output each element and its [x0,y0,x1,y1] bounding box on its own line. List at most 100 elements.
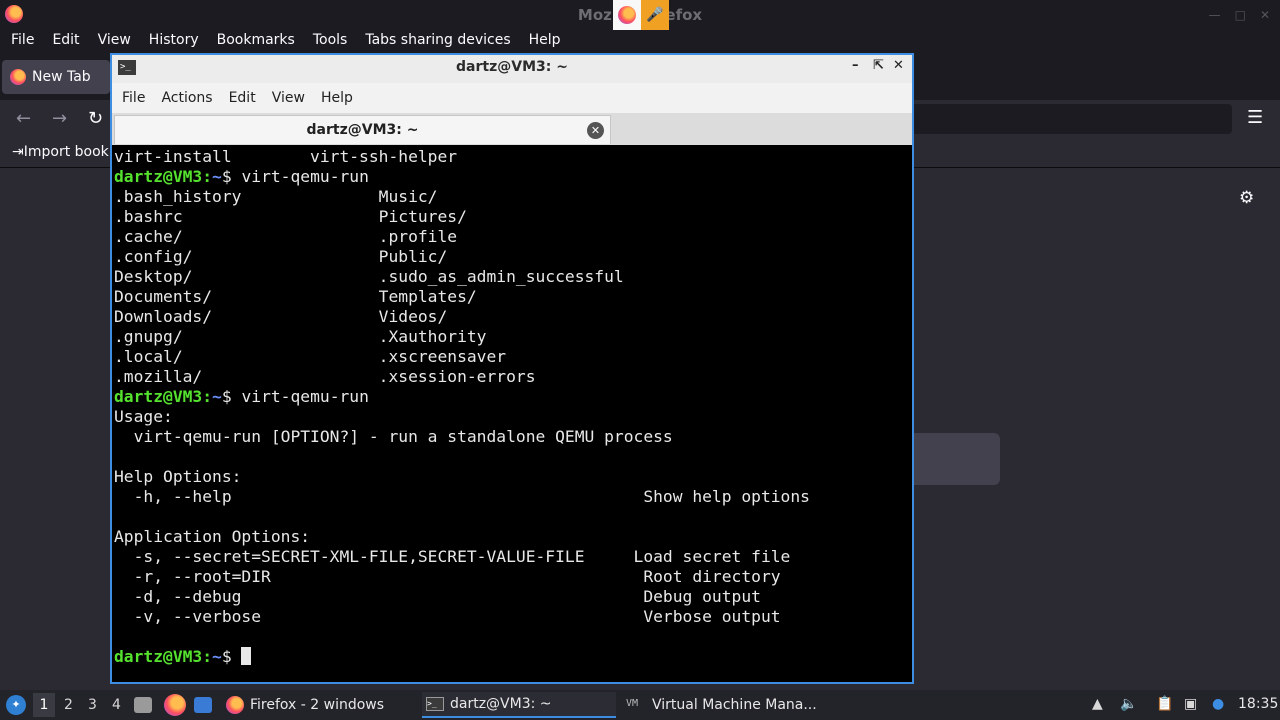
term-menu-help[interactable]: Help [313,83,361,113]
terminal-line: virt-qemu-run [OPTION?] - run a standalo… [114,427,810,447]
volume-icon[interactable]: 🔈 [1120,696,1137,712]
firefox-tab-icon [10,69,26,85]
terminal-titlebar: >_ dartz@VM3: ~ – ⇱ ✕ [112,55,912,81]
firefox-search-box[interactable] [905,433,1000,485]
ff-menu-file[interactable]: File [2,30,43,54]
ff-menu-view[interactable]: View [89,30,140,54]
workspace-1[interactable]: 1 [33,693,55,717]
terminal-window-title: dartz@VM3: ~ [456,59,568,75]
vmm-icon: VM [626,698,639,709]
gear-icon[interactable]: ⚙ [1239,188,1254,208]
firefox-tab-new-tab[interactable]: New Tab [2,60,110,94]
prompt-command [232,647,242,666]
task-terminal[interactable]: >_ dartz@VM3: ~ [422,692,616,718]
terminal-line-text: Help Options: [114,467,242,486]
terminal-line-text: Documents/ Templates/ [114,287,477,306]
firefox-close-button[interactable]: ✕ [1260,8,1270,22]
reload-icon[interactable]: ↻ [88,108,103,129]
ff-menu-tabs-sharing[interactable]: Tabs sharing devices [356,30,519,54]
clock: 18:35 [1238,696,1279,712]
firefox-launcher-icon[interactable] [164,694,186,716]
ff-menu-edit[interactable]: Edit [43,30,88,54]
term-menu-actions[interactable]: Actions [153,83,220,113]
desktop-icon[interactable] [194,697,212,713]
terminal-line: .bashrc Pictures/ [114,207,810,227]
prompt-path: ~ [212,387,222,406]
term-menu-view[interactable]: View [264,83,313,113]
ff-menu-help[interactable]: Help [520,30,570,54]
import-bookmarks-button[interactable]: ⇥Import bookm [12,144,122,160]
terminal-line-text: virt-install virt-ssh-helper [114,147,458,166]
terminal-line: Documents/ Templates/ [114,287,810,307]
firefox-tab-label: New Tab [32,69,91,85]
task-firefox[interactable]: Firefox - 2 windows [222,692,412,718]
terminal-line-text: .gnupg/ .Xauthority [114,327,487,346]
task-virt-manager[interactable]: VM Virtual Machine Mana... [622,692,832,718]
workspace-3[interactable]: 3 [88,697,97,713]
clipboard-icon[interactable]: 📋 [1156,696,1173,712]
ff-menu-history[interactable]: History [140,30,208,54]
network-icon[interactable]: ● [1212,696,1224,712]
terminal-line: virt-install virt-ssh-helper [114,147,810,167]
terminal-line: .cache/ .profile [114,227,810,247]
file-manager-icon[interactable] [134,697,152,713]
terminal-line-text: Downloads/ Videos/ [114,307,448,326]
hamburger-menu-icon[interactable]: ☰ [1247,107,1263,128]
import-bookmarks-label: Import bookm [23,144,123,160]
terminal-line: Downloads/ Videos/ [114,307,810,327]
terminal-line-text: -h, --help Show help options [114,487,810,506]
terminal-screen[interactable]: virt-install virt-ssh-helper dartz@VM3:~$… [112,145,912,682]
term-menu-file[interactable]: File [114,83,153,113]
prompt-command: virt-qemu-run [231,387,369,406]
terminal-line: .local/ .xscreensaver [114,347,810,367]
ff-menu-bookmarks[interactable]: Bookmarks [208,30,304,54]
terminal-line: dartz@VM3:~$ [114,647,810,667]
workspace-2[interactable]: 2 [64,697,73,713]
terminal-line-text: Desktop/ .sudo_as_admin_successful [114,267,624,286]
terminal-line: dartz@VM3:~$ virt-qemu-run [114,167,810,187]
terminal-line: -h, --help Show help options [114,487,810,507]
firefox-urlbar[interactable] [912,104,1232,134]
terminal-maximize-button[interactable]: ⇱ [873,58,884,73]
terminal-line: Help Options: [114,467,810,487]
terminal-line-text: -v, --verbose Verbose output [114,607,781,626]
task-firefox-label: Firefox - 2 windows [250,697,385,713]
terminal-line: Application Options: [114,527,810,547]
firefox-maximize-button[interactable]: □ [1235,8,1246,22]
terminal-line: Desktop/ .sudo_as_admin_successful [114,267,810,287]
tray-up-icon[interactable]: ▲ [1092,696,1103,712]
terminal-line: -s, --secret=SECRET-XML-FILE,SECRET-VALU… [114,547,810,567]
task-virt-manager-label: Virtual Machine Mana... [652,697,817,713]
terminal-line: dartz@VM3:~$ virt-qemu-run [114,387,810,407]
prompt-colon: : [202,167,213,186]
terminal-output: virt-install virt-ssh-helper dartz@VM3:~$… [114,147,810,667]
terminal-line-text: .local/ .xscreensaver [114,347,507,366]
prompt-path: ~ [212,167,222,186]
term-menu-edit[interactable]: Edit [221,83,264,113]
firefox-minimize-button[interactable]: — [1209,8,1221,22]
forward-arrow-icon[interactable]: → [52,108,67,129]
terminal-line-text: .config/ Public/ [114,247,448,266]
terminal-window: >_ dartz@VM3: ~ – ⇱ ✕ File Actions Edit … [110,53,914,684]
firefox-indicator-icon [613,0,641,30]
terminal-minimize-button[interactable]: – [852,58,859,73]
terminal-line-text: .mozilla/ .xsession-errors [114,367,536,386]
terminal-tabbar: dartz@VM3: ~ ✕ [112,113,912,145]
terminal-menubar: File Actions Edit View Help [112,83,912,113]
terminal-tab[interactable]: dartz@VM3: ~ ✕ [114,115,611,144]
tab-close-icon[interactable]: ✕ [587,122,604,139]
terminal-tab-label: dartz@VM3: ~ [306,122,419,138]
start-menu-icon[interactable]: ✦ [6,695,26,715]
workspace-4[interactable]: 4 [112,697,121,713]
ff-menu-tools[interactable]: Tools [304,30,357,54]
display-icon[interactable]: ▣ [1184,696,1197,712]
terminal-line-text: .bashrc Pictures/ [114,207,467,226]
terminal-line-text: Usage: [114,407,173,426]
terminal-line-text: -r, --root=DIR Root directory [114,567,781,586]
terminal-line: -r, --root=DIR Root directory [114,567,810,587]
taskbar: ✦ 1 2 3 4 Firefox - 2 windows >_ dartz@V… [0,690,1280,720]
back-arrow-icon[interactable]: ← [16,108,31,129]
terminal-line-text: virt-qemu-run [OPTION?] - run a standalo… [114,427,673,446]
terminal-close-button[interactable]: ✕ [893,58,904,73]
firefox-menubar: File Edit View History Bookmarks Tools T… [0,30,1280,54]
